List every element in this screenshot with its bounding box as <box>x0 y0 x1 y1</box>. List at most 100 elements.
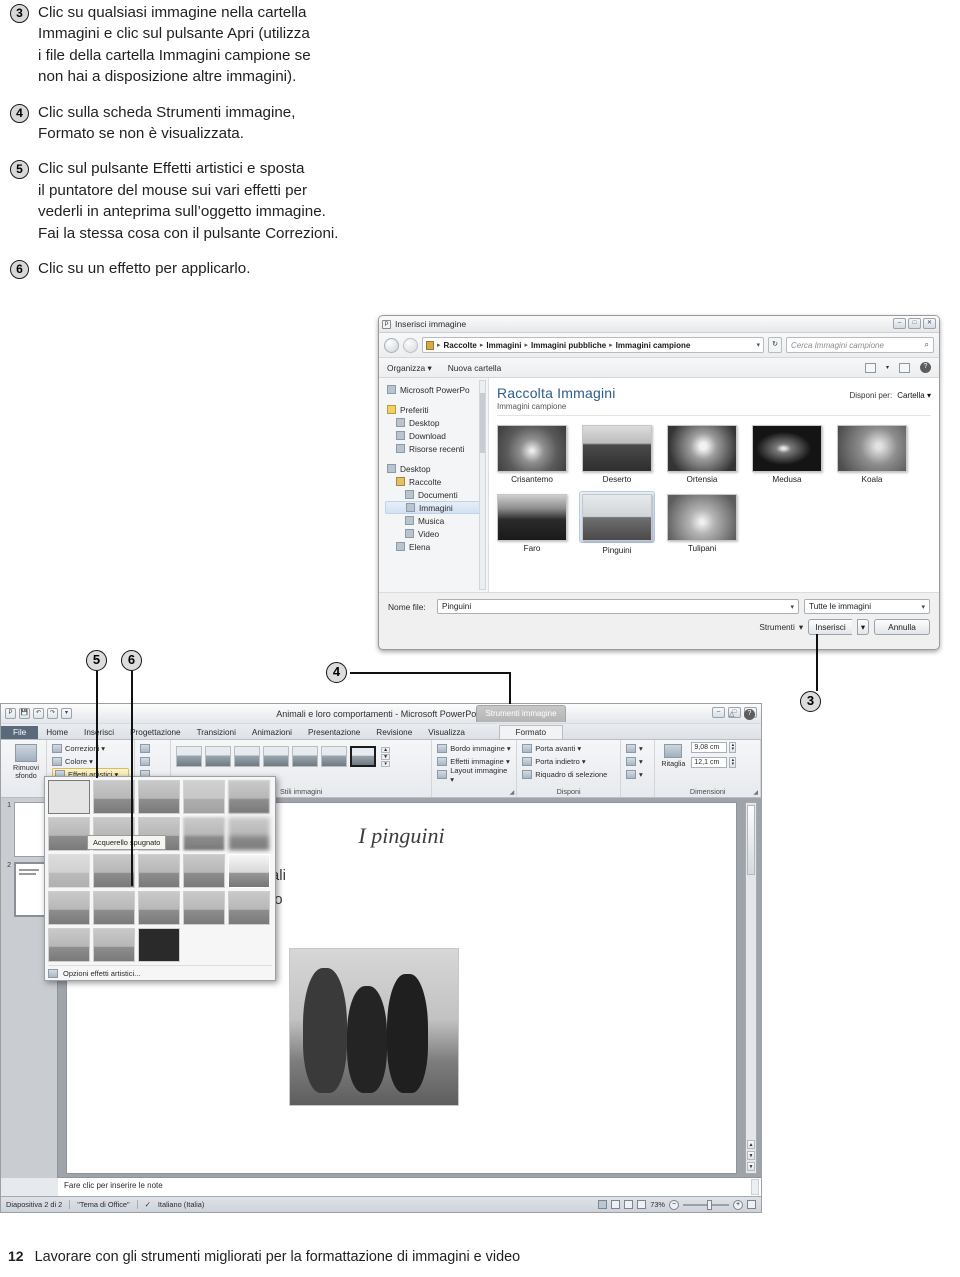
nav-item-raccolte[interactable]: Raccolte <box>385 475 488 488</box>
height-stepper-icon[interactable]: ▴ ▾ <box>729 742 737 753</box>
breadcrumb-item-1[interactable]: Immagini <box>486 341 521 350</box>
file-item-faro[interactable]: Faro <box>497 494 567 555</box>
notes-pane[interactable]: Fare clic per inserire le note <box>58 1177 761 1196</box>
spellcheck-icon[interactable]: ✓ <box>145 1200 151 1209</box>
next-slide-button[interactable]: ▼ <box>747 1151 755 1160</box>
riquadro-selezione-button[interactable]: Riquadro di selezione <box>522 768 615 781</box>
zoom-level[interactable]: 73% <box>650 1200 665 1209</box>
slideshow-view-icon[interactable] <box>637 1200 647 1209</box>
dialog-launcher-icon[interactable]: ◢ <box>753 789 758 796</box>
slide-penguin-image[interactable] <box>289 948 459 1106</box>
tab-animazioni[interactable]: Animazioni <box>244 726 300 739</box>
slide-sorter-view-icon[interactable] <box>611 1200 621 1209</box>
artistic-effect-3[interactable] <box>183 780 225 814</box>
artistic-effect-0[interactable] <box>48 780 90 814</box>
nav-item-immagini[interactable]: Immagini <box>385 501 482 514</box>
artistic-effect-11[interactable] <box>93 854 135 888</box>
tab-transizioni[interactable]: Transizioni <box>189 726 244 739</box>
remove-background-button[interactable]: Rimuovi sfondo <box>6 742 46 780</box>
picture-style-4[interactable] <box>292 746 319 767</box>
minimize-icon[interactable]: – <box>712 707 725 718</box>
organize-menu[interactable]: Organizza ▾ <box>387 363 432 373</box>
tab-revisione[interactable]: Revisione <box>368 726 420 739</box>
artistic-effect-5[interactable] <box>48 817 90 851</box>
zoom-slider[interactable] <box>683 1199 729 1210</box>
width-stepper-icon[interactable]: ▴ ▾ <box>729 757 737 768</box>
picture-style-2[interactable] <box>234 746 261 767</box>
nav-item-risorse-recenti[interactable]: Risorse recenti <box>385 442 488 455</box>
back-button[interactable] <box>384 337 399 353</box>
previous-slide-button[interactable]: ▲ <box>747 1140 755 1149</box>
width-spinner[interactable]: 12,1 cm ▴ ▾ <box>689 757 737 768</box>
preview-pane-icon[interactable] <box>899 362 910 373</box>
picture-style-3[interactable] <box>263 746 290 767</box>
zoom-slider-thumb[interactable] <box>707 1199 712 1210</box>
refresh-icon[interactable]: ↻ <box>768 337 782 353</box>
nav-item-desktop-root[interactable]: Desktop <box>385 462 488 475</box>
nav-item-video[interactable]: Video <box>385 527 488 540</box>
nav-item-download[interactable]: Download <box>385 429 488 442</box>
nav-item-documenti[interactable]: Documenti <box>385 488 488 501</box>
chevron-down-icon[interactable]: ▾ <box>886 364 889 371</box>
tab-visualizza[interactable]: Visualizza <box>420 726 473 739</box>
breadcrumb-item-0[interactable]: Raccolte <box>444 341 477 350</box>
notes-scrollbar[interactable] <box>751 1179 759 1195</box>
tools-menu[interactable]: Strumenti ▾ <box>759 622 803 632</box>
collapse-ribbon-icon[interactable]: △ <box>729 710 739 720</box>
picture-style-6[interactable] <box>350 746 377 767</box>
nav-item-powerpoint[interactable]: Microsoft PowerPo <box>385 383 488 396</box>
width-value[interactable]: 12,1 cm <box>691 757 728 768</box>
chevron-down-icon[interactable]: ▾ <box>790 603 794 611</box>
arrange-by[interactable]: Disponi per: Cartella ▾ <box>850 385 932 400</box>
artistic-effect-21[interactable] <box>93 928 135 962</box>
align-button[interactable]: ▾ <box>625 742 649 755</box>
breadcrumb-item-2[interactable]: Immagini pubbliche <box>531 341 606 350</box>
artistic-effect-4[interactable] <box>228 780 270 814</box>
artistic-effect-22[interactable] <box>138 928 180 962</box>
scroll-down-button[interactable]: ▼ <box>747 1162 755 1171</box>
nav-item-musica[interactable]: Musica <box>385 514 488 527</box>
chevron-down-icon[interactable]: ▾ <box>756 341 760 349</box>
artistic-effect-10[interactable] <box>48 854 90 888</box>
artistic-effect-17[interactable] <box>138 891 180 925</box>
change-picture-button[interactable] <box>139 755 165 768</box>
artistic-effects-options[interactable]: Opzioni effetti artistici... <box>48 965 272 978</box>
minimize-icon[interactable]: – <box>893 318 906 329</box>
reading-view-icon[interactable] <box>624 1200 634 1209</box>
breadcrumb-item-3[interactable]: Immagini campione <box>616 341 691 350</box>
artistic-effect-9[interactable] <box>228 817 270 851</box>
nav-item-preferiti[interactable]: Preferiti <box>385 403 488 416</box>
address-breadcrumb[interactable]: ▸ Raccolte ▸ Immagini ▸ Immagini pubblic… <box>422 337 764 353</box>
artistic-effect-8[interactable] <box>183 817 225 851</box>
insert-button[interactable]: Inserisci <box>808 619 852 635</box>
scrollbar-thumb[interactable] <box>480 393 485 453</box>
file-item-tulipani[interactable]: Tulipani <box>667 494 737 555</box>
rotate-button[interactable]: ▾ <box>625 768 649 781</box>
help-icon[interactable]: ? <box>744 709 755 720</box>
artistic-effect-15[interactable] <box>48 891 90 925</box>
artistic-effect-14[interactable] <box>228 854 270 888</box>
normal-view-icon[interactable] <box>598 1200 608 1209</box>
artistic-effect-1[interactable] <box>93 780 135 814</box>
artistic-effect-18[interactable] <box>183 891 225 925</box>
maximize-icon[interactable]: □ <box>908 318 921 329</box>
chevron-down-icon[interactable]: ▾ <box>921 603 925 611</box>
new-folder-button[interactable]: Nuova cartella <box>448 363 502 373</box>
search-input[interactable]: Cerca Immagini campione ⌕ <box>786 337 934 353</box>
artistic-effect-19[interactable] <box>228 891 270 925</box>
correzioni-button[interactable]: Correzioni ▾ <box>52 742 129 755</box>
group-button[interactable]: ▾ <box>625 755 649 768</box>
zoom-in-button[interactable]: + <box>733 1199 743 1210</box>
colore-button[interactable]: Colore ▾ <box>52 755 129 768</box>
picture-style-0[interactable] <box>176 746 203 767</box>
file-item-ortensia[interactable]: Ortensia <box>667 425 737 484</box>
artistic-effect-16[interactable] <box>93 891 135 925</box>
file-item-crisantemo[interactable]: Crisantemo <box>497 425 567 484</box>
artistic-effect-12[interactable] <box>138 854 180 888</box>
theme-name[interactable]: "Tema di Office" <box>77 1200 129 1209</box>
gallery-up-icon[interactable]: ▲ <box>381 746 391 753</box>
tab-home[interactable]: Home <box>38 726 76 739</box>
gallery-more-icon[interactable]: ▾ <box>381 760 391 767</box>
height-value[interactable]: 9,08 cm <box>691 742 728 753</box>
close-icon[interactable]: ✕ <box>923 318 936 329</box>
